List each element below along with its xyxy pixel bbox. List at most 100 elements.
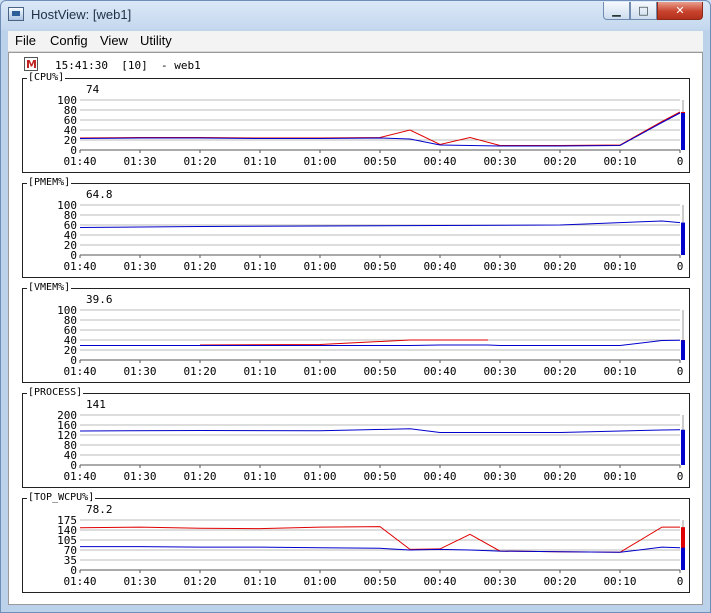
title-bar[interactable]: HostView: [web1] ▁ □ ✕ — [1, 1, 710, 29]
x-tick-label: 00:20 — [543, 575, 576, 588]
series-line — [80, 339, 681, 346]
series-line — [79, 428, 681, 433]
panel-top-wcpu: 175 140 105 70 35 0 01:40 01:30 01:20 01:10 01:00 0… — [22, 492, 690, 593]
app-icon — [8, 7, 24, 21]
x-tick-label: 00:30 — [483, 470, 516, 483]
x-tick-label: 00:30 — [483, 260, 516, 273]
x-tick-label: 01:20 — [183, 155, 216, 168]
panel-cpu: 100 80 60 40 20 0 01:40 01:30 01:20 01:10 01:00 00:… — [22, 72, 690, 173]
current-bar — [681, 222, 685, 255]
x-tick-label: 01:20 — [183, 260, 216, 273]
menu-bar: File Config View Utility — [8, 31, 703, 52]
series-line — [79, 220, 681, 228]
menu-file[interactable]: File — [15, 33, 36, 48]
panel-title: [VMEM%] — [27, 282, 72, 294]
series-line — [199, 339, 488, 346]
x-tick-label: 01:40 — [63, 575, 96, 588]
window-title: HostView: [web1] — [31, 7, 132, 22]
series-line — [80, 546, 681, 553]
x-tick-label: 01:00 — [303, 575, 336, 588]
panel-title: [TOP_WCPU%] — [27, 492, 96, 504]
panel-title: [CPU%] — [27, 72, 66, 84]
x-tick-label: 01:30 — [123, 470, 156, 483]
x-tick-label: 01:10 — [243, 575, 276, 588]
x-tick-label: 00:10 — [603, 365, 636, 378]
status-host: - web1 — [160, 59, 201, 72]
x-tick-label: 00:30 — [483, 575, 516, 588]
current-value: 74 — [86, 83, 100, 96]
x-tick-label: 01:00 — [303, 260, 336, 273]
x-tick-label: 01:20 — [183, 365, 216, 378]
x-tick-label: 00:40 — [423, 260, 456, 273]
hostview-window: HostView: [web1] ▁ □ ✕ File Config View … — [0, 0, 711, 613]
status-line: 15:41:30 [10] - web1 — [55, 59, 201, 72]
menu-config[interactable]: Config — [50, 33, 88, 48]
menu-view[interactable]: View — [100, 33, 128, 48]
x-tick-label: 00:50 — [363, 155, 396, 168]
menu-utility[interactable]: Utility — [140, 33, 172, 48]
current-value: 39.6 — [86, 293, 113, 306]
x-tick-label: 0 — [677, 260, 684, 273]
x-tick-label: 00:10 — [603, 575, 636, 588]
current-value: 78.2 — [86, 503, 113, 516]
x-tick-label: 00:50 — [363, 365, 396, 378]
x-tick-label: 01:40 — [63, 155, 96, 168]
x-tick-label: 01:10 — [243, 470, 276, 483]
x-tick-label: 00:50 — [363, 575, 396, 588]
current-value: 64.8 — [86, 188, 113, 201]
cpu-chart: 10080604020001:40 01:30 01:20 01:10 01:00 00:… — [57, 94, 685, 168]
x-tick-label: 01:00 — [303, 155, 336, 168]
status-interval: [10] — [121, 59, 148, 72]
maximize-button[interactable]: □ — [630, 2, 657, 20]
panel-vmem: 100 80 60 40 20 0 01:40 01:30 01:20 01:10 01:00 00:… — [22, 282, 690, 383]
x-tick-label: 00:20 — [543, 155, 576, 168]
vmem-chart: 10080604020001:40 01:30 01:20 01:10 01:00 00:… — [57, 304, 685, 378]
x-tick-label: 00:20 — [543, 260, 576, 273]
x-tick-label: 00:40 — [423, 575, 456, 588]
panel-title: [PROCESS] — [27, 387, 84, 399]
x-tick-label: 00:40 — [423, 155, 456, 168]
x-tick-label: 0 — [677, 155, 684, 168]
x-tick-label: 00:30 — [483, 155, 516, 168]
x-tick-label: 00:10 — [603, 260, 636, 273]
x-tick-label: 01:00 — [303, 365, 336, 378]
x-tick-label: 01:00 — [303, 470, 336, 483]
x-tick-label: 0 — [677, 365, 684, 378]
x-tick-label: 0 — [677, 575, 684, 588]
status-time: 15:41:30 — [55, 59, 108, 72]
panel-process: 200 160 120 80 40 0 01:40 01:30 01:20 01:10 01:00 0… — [22, 387, 690, 488]
x-tick-label: 01:40 — [63, 260, 96, 273]
close-button[interactable]: ✕ — [657, 2, 703, 20]
x-tick-label: 01:30 — [123, 155, 156, 168]
x-tick-label: 01:10 — [243, 155, 276, 168]
x-tick-label: 00:20 — [543, 365, 576, 378]
x-tick-label: 01:20 — [183, 470, 216, 483]
x-tick-label: 01:10 — [243, 365, 276, 378]
current-value: 141 — [86, 398, 106, 411]
panel-pmem: 100 80 60 40 20 0 01:40 01:30 01:20 01:10 01:00 00:… — [22, 177, 690, 278]
minimize-button[interactable]: ▁ — [603, 2, 630, 20]
x-tick-label: 01:30 — [123, 260, 156, 273]
x-tick-label: 01:40 — [63, 365, 96, 378]
x-tick-label: 00:50 — [363, 470, 396, 483]
current-bar — [681, 340, 685, 360]
x-tick-label: 01:20 — [183, 575, 216, 588]
x-tick-label: 00:30 — [483, 365, 516, 378]
x-tick-label: 01:40 — [63, 470, 96, 483]
process-chart: 2001601208040001:40 01:30 01:20 01:10 01:00 0… — [57, 409, 685, 483]
top-wcpu-chart: 1751401057035001:40 01:30 01:20 01:10 01:00 0… — [57, 514, 685, 588]
x-tick-label: 01:30 — [123, 365, 156, 378]
current-bar — [681, 113, 685, 150]
x-tick-label: 00:20 — [543, 470, 576, 483]
pmem-chart: 10080604020001:40 01:30 01:20 01:10 01:00 00:… — [57, 199, 685, 273]
x-tick-label: 00:40 — [423, 365, 456, 378]
current-bar — [681, 547, 685, 570]
x-tick-label: 00:10 — [603, 155, 636, 168]
x-tick-label: 00:50 — [363, 260, 396, 273]
x-tick-label: 01:10 — [243, 260, 276, 273]
x-tick-label: 01:30 — [123, 575, 156, 588]
current-bar — [681, 429, 685, 465]
x-tick-label: 00:10 — [603, 470, 636, 483]
x-tick-label: 0 — [677, 470, 684, 483]
monitor-logo-icon — [24, 57, 38, 71]
